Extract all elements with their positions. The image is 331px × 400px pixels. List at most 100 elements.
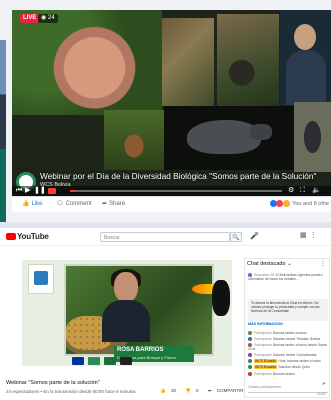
avatar: [248, 337, 252, 342]
share-label: Share: [109, 201, 126, 207]
host-body: [102, 300, 150, 342]
chat-input[interactable]: Chatea públicamente: [248, 385, 328, 393]
chat-message: Participante Buenas tardes a todos desde…: [248, 343, 328, 351]
youtube-play-logo-icon: [6, 233, 16, 240]
thumbs-up-icon: 👍: [160, 388, 166, 393]
video-meta: 24 espectadores • En la transmisión desd…: [6, 389, 136, 394]
avatar: [248, 353, 252, 358]
thumbs-up-icon: 👍: [22, 201, 30, 207]
more-info-link[interactable]: MÁS INFORMACIÓN: [248, 322, 283, 326]
fullscreen-icon[interactable]: ⛶: [300, 187, 305, 195]
photo-deer: [104, 110, 164, 170]
apps-grid-icon[interactable]: ▦: [300, 232, 310, 239]
chat-message: Participante Buenas tardes a todos: [248, 331, 328, 336]
chat-message: Participante Saludos desde Cochabamba: [248, 353, 328, 358]
speaker-webcam-thumbnail: [280, 10, 331, 105]
avatar: [248, 359, 252, 364]
more-vert-icon[interactable]: ⋮: [310, 232, 320, 239]
chat-text: Hola, buenas tardes a todos: [278, 359, 321, 363]
host-face: [114, 272, 138, 302]
sponsor-logo-tree-icon: [104, 357, 116, 365]
chat-message: WCS Ecuador Saludos desde Quito: [248, 365, 328, 370]
chat-text: Saludos desde Cochabamba: [272, 353, 317, 357]
facebook-video-card: LIVE ◉ 24 Webinar por el Día de la Diver…: [0, 0, 331, 222]
sponsor-logo-green-icon: [88, 357, 100, 365]
share-icon: ➦: [102, 201, 108, 207]
progress-fill: [70, 190, 77, 192]
share-label: COMPARTIR: [216, 388, 244, 393]
chat-text: Saludos desde Trinidad, Bolivia: [272, 337, 321, 341]
play-icon[interactable]: ▶: [25, 187, 30, 195]
event-logo-icon: [34, 271, 48, 285]
reactions-summary[interactable]: You and 8 othe: [269, 200, 329, 209]
chat-welcome-text: Te damos la bienvenida al Chat en direct…: [251, 301, 320, 313]
share-button[interactable]: ➦ COMPARTIR: [208, 388, 248, 393]
like-button[interactable]: 👍 Like: [22, 200, 43, 209]
chat-author: Participante: [253, 331, 272, 335]
live-badge: LIVE: [20, 14, 40, 23]
photo-hand-holding-frog: [12, 10, 162, 115]
toucan-illustration: [212, 280, 230, 316]
microphone-icon[interactable]: 🎤: [250, 232, 259, 240]
live-indicator: [48, 188, 56, 194]
viewer-count: 24: [47, 15, 55, 21]
sponsor-logos: [72, 357, 192, 366]
desktop-background-strip: [0, 40, 6, 222]
reactions-text: You and 8 othe: [292, 201, 329, 207]
search-icon[interactable]: 🔍: [230, 232, 242, 242]
settings-gear-icon[interactable]: ⚙: [288, 187, 294, 195]
comment-label: Comment: [65, 201, 92, 207]
event-logo: [28, 264, 54, 294]
tapir-head: [250, 124, 272, 140]
search-input[interactable]: Buscar: [100, 232, 230, 242]
youtube-video-player[interactable]: ROSA BARRIOS Consultora para Bosque y Fa…: [22, 260, 232, 366]
facebook-action-bar: 👍 Like 🗨 Comment ➦ Share You and 8 othe: [12, 196, 331, 212]
caption-title: Webinar por el Día de la Diversidad Biol…: [40, 171, 317, 181]
live-chat-panel: Chat destacado ⌄ ⋮ Requisitos 50 SI Boli…: [244, 258, 330, 398]
speaker-head: [294, 24, 316, 50]
chat-text: Buenas tardes: [272, 372, 295, 376]
viewer-count-badge: ◉ 24: [38, 14, 58, 23]
chat-author: Participante: [253, 372, 272, 376]
comment-button[interactable]: 🗨 Comment: [56, 200, 92, 209]
share-icon: ➦: [207, 388, 212, 393]
photo-tapir-right: [294, 102, 331, 172]
avatar: [248, 372, 252, 377]
like-button[interactable]: 👍 19: [160, 388, 180, 393]
chat-char-counter: 0/200: [317, 392, 326, 396]
wwf-panda-icon: [120, 357, 132, 365]
thumbs-down-icon: 👎: [185, 388, 191, 393]
progress-track[interactable]: [70, 190, 282, 192]
youtube-logo[interactable]: YouTube: [6, 232, 49, 241]
eye-icon: ◉: [41, 15, 47, 21]
volume-icon[interactable]: 🔈: [312, 187, 321, 195]
chat-header-label: Chat destacado: [247, 261, 286, 267]
chat-author-badge: WCS Ecuador: [253, 365, 278, 369]
chat-text: Saludos desde Quito: [278, 365, 310, 369]
facebook-video-player[interactable]: LIVE ◉ 24 Webinar por el Día de la Diver…: [12, 10, 331, 196]
skip-back-icon[interactable]: ⏮: [16, 187, 22, 195]
chat-author: Participante: [253, 353, 272, 357]
speaker-name: ROSA BARRIOS: [117, 347, 164, 353]
pause-icon[interactable]: ❚❚: [34, 187, 46, 195]
chat-header[interactable]: Chat destacado ⌄: [247, 261, 292, 267]
chat-welcome-notice: Te damos la bienvenida al Chat en direct…: [248, 299, 328, 321]
wow-reaction-icon: [282, 200, 290, 208]
dislike-count: 0: [196, 388, 199, 393]
youtube-logo-text: YouTube: [17, 232, 49, 241]
chat-author: Participante: [253, 343, 272, 347]
chat-message: Requisitos 50 SI Bolivianitas vigentes p…: [248, 273, 328, 281]
dislike-button[interactable]: 👎 0: [185, 388, 202, 393]
chat-text: Buenas tardes a todos: [272, 331, 307, 335]
youtube-window: YouTube Buscar 🔍 🎤 ▦⋮ ROSA BARRIOS Consu…: [0, 228, 331, 400]
video-title: Webinar "Somos parte de la solución": [6, 380, 100, 386]
topbar-icons: ▦⋮: [300, 231, 320, 239]
photo-reptile: [162, 18, 214, 106]
send-icon[interactable]: ➤: [322, 381, 326, 387]
youtube-topbar: YouTube Buscar 🔍 🎤 ▦⋮: [0, 228, 331, 246]
chat-message: Participante Buenas tardes: [248, 372, 328, 377]
chat-message: WCS Ecuador Hola, buenas tardes a todos: [248, 359, 328, 364]
more-vert-icon[interactable]: ⋮: [320, 260, 326, 267]
like-count: 19: [170, 388, 176, 393]
share-button[interactable]: ➦ Share: [102, 200, 125, 209]
